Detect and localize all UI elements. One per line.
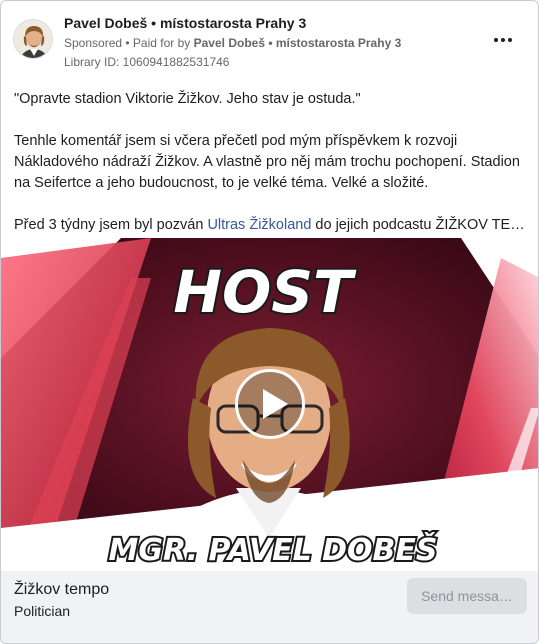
post-paragraph-1: "Opravte stadion Viktorie Žižkov. Jeho s… [14,91,361,107]
play-button[interactable] [235,369,305,439]
author-avatar[interactable] [13,19,53,59]
send-message-button[interactable]: Send messa… [407,578,527,614]
post-header: Pavel Dobeš • místostarosta Prahy 3 Spon… [13,13,526,73]
page-name[interactable]: Žižkov tempo [14,581,109,599]
ultras-zizkoland-link[interactable]: Ultras Žižkoland [207,217,311,233]
ad-card: Pavel Dobeš • místostarosta Prahy 3 Spon… [0,0,539,644]
video-thumbnail[interactable]: HOST MGR. PAVEL DOBEŠ [1,238,538,571]
author-name[interactable]: Pavel Dobeš • místostarosta Prahy 3 [64,15,306,31]
more-options-icon[interactable] [494,33,514,47]
name-label: MGR. PAVEL DOBEŠ [108,531,437,568]
page-category: Politician [14,603,71,619]
post-paragraph-2: Tenhle komentář jsem si včera přečetl po… [14,133,520,191]
sponsored-label: Sponsored [64,36,123,50]
paragraph-3-end: do jejich podcastu ŽIŽKOV TEMPO… [315,217,529,233]
paid-for-by[interactable]: Pavel Dobeš • místostarosta Prahy 3 [194,36,402,50]
host-label: HOST [173,258,357,326]
play-icon [263,389,288,419]
sponsored-line: Sponsored • Paid for by Pavel Dobeš • mí… [64,36,401,50]
post-paragraph-3: Před 3 týdny jsem byl pozván Ultras Žižk… [14,215,529,236]
ad-footer: Žižkov tempo Politician Send messa… [1,571,538,643]
paid-for-prefix: • Paid for by [122,36,194,50]
paragraph-3-start: Před 3 týdny jsem byl pozván [14,217,208,233]
library-id: Library ID: 1060941882531746 [64,55,230,69]
post-text: "Opravte stadion Viktorie Žižkov. Jeho s… [14,89,529,236]
